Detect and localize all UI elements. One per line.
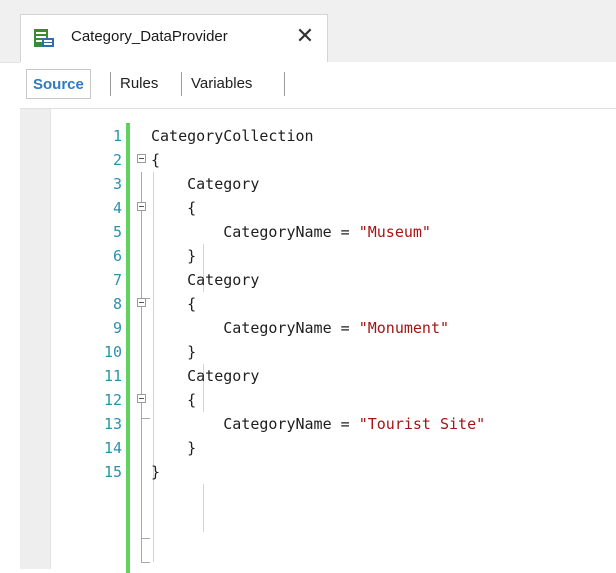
tab-rules[interactable]: Rules — [114, 69, 164, 99]
code-text: Category — [151, 175, 260, 193]
fold-end-marker — [141, 526, 150, 539]
code-line: 15 } — [20, 460, 616, 484]
tab-separator — [284, 72, 285, 96]
document-tab[interactable]: Category_DataProvider ✕ — [20, 14, 328, 62]
line-number: 11 — [103, 367, 122, 385]
data-provider-icon — [33, 28, 55, 48]
code-line: 13 CategoryName = "Tourist Site" — [20, 412, 616, 436]
editor-subtabs: Source Rules Variables — [20, 62, 616, 106]
code-text: { — [151, 151, 161, 169]
line-number: 6 — [112, 247, 122, 265]
line-number: 9 — [112, 319, 122, 337]
code-line: 8 { — [20, 292, 616, 316]
collapse-toggle-icon[interactable] — [137, 202, 146, 211]
code-line: 1 CategoryCollection — [20, 124, 616, 148]
code-line: 3 Category — [20, 172, 616, 196]
code-line: 4 { — [20, 196, 616, 220]
code-editor[interactable]: 1 CategoryCollection 2 { 3 Category 4 { … — [20, 108, 616, 573]
line-number: 12 — [103, 391, 122, 409]
close-tab-icon[interactable]: ✕ — [293, 23, 317, 49]
line-number: 13 — [103, 415, 122, 433]
code-line: 10 } — [20, 340, 616, 364]
code-line: 12 { — [20, 388, 616, 412]
line-number: 3 — [112, 175, 122, 193]
line-number: 7 — [112, 271, 122, 289]
code-text: { — [151, 199, 197, 217]
tab-source[interactable]: Source — [26, 69, 91, 99]
code-text: { — [151, 391, 197, 409]
line-number: 4 — [112, 199, 122, 217]
title-bar: Category_DataProvider ✕ — [0, 0, 616, 63]
code-line: 11 Category — [20, 364, 616, 388]
code-line: 2 { — [20, 148, 616, 172]
line-number: 1 — [112, 127, 122, 145]
code-text: CategoryName = "Tourist Site" — [151, 415, 486, 433]
line-number: 10 — [103, 343, 122, 361]
line-number: 2 — [112, 151, 122, 169]
code-text: } — [151, 343, 197, 361]
code-text: { — [151, 295, 197, 313]
tab-separator — [110, 72, 111, 96]
indent-guide — [203, 484, 204, 532]
code-line: 5 CategoryName = "Museum" — [20, 220, 616, 244]
code-line: 14 } — [20, 436, 616, 460]
line-number: 15 — [103, 463, 122, 481]
collapse-toggle-icon[interactable] — [137, 298, 146, 307]
collapse-toggle-icon[interactable] — [137, 394, 146, 403]
code-line: 7 Category — [20, 268, 616, 292]
code-text: Category — [151, 271, 260, 289]
code-text: } — [151, 439, 197, 457]
line-number: 5 — [112, 223, 122, 241]
line-number: 14 — [103, 439, 122, 457]
code-text: CategoryName = "Monument" — [151, 319, 450, 337]
document-title: Category_DataProvider — [71, 28, 228, 45]
code-text: } — [151, 463, 161, 481]
code-text: CategoryName = "Museum" — [151, 223, 431, 241]
collapse-toggle-icon[interactable] — [137, 154, 146, 163]
code-text: Category — [151, 367, 260, 385]
fold-end-marker — [141, 550, 150, 563]
code-text: CategoryCollection — [151, 127, 314, 145]
code-line: 6 } — [20, 244, 616, 268]
tab-separator — [181, 72, 182, 96]
code-text: } — [151, 247, 197, 265]
code-line: 9 CategoryName = "Monument" — [20, 316, 616, 340]
tab-variables[interactable]: Variables — [185, 69, 258, 99]
line-number: 8 — [112, 295, 122, 313]
